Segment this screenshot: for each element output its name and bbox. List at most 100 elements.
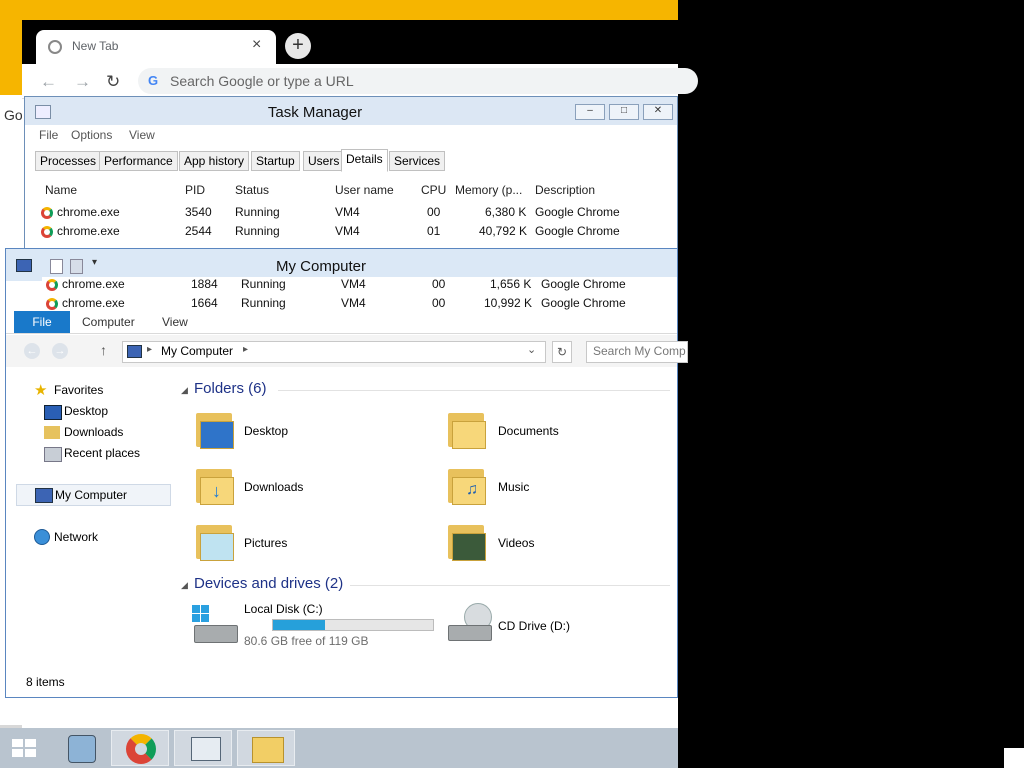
column-user-name[interactable]: User name — [335, 183, 394, 197]
cd-drive-icon[interactable] — [446, 603, 494, 643]
process-cpu: 01 — [427, 224, 441, 238]
process-user: VM4 — [335, 205, 360, 219]
properties-icon[interactable] — [50, 259, 63, 274]
chevron-down-icon[interactable]: ⌄ — [527, 343, 536, 356]
forward-button[interactable]: → — [52, 343, 68, 359]
tab-details[interactable]: Details — [341, 149, 388, 172]
chrome-icon — [126, 734, 156, 764]
devices-header[interactable]: Devices and drives (2) — [194, 575, 343, 592]
tab-processes[interactable]: Processes — [35, 151, 102, 171]
nav-desktop[interactable]: Desktop — [64, 404, 108, 418]
search-input[interactable]: Search My Comp — [586, 341, 688, 363]
column-memory[interactable]: Memory (p... — [455, 183, 522, 197]
computer-icon — [35, 488, 53, 503]
reload-icon[interactable]: ↻ — [106, 72, 120, 92]
up-arrow-icon[interactable]: ↑ — [100, 342, 107, 358]
disk-usage-bar — [272, 619, 434, 631]
folder-downloads-label[interactable]: Downloads — [244, 480, 303, 494]
folders-header[interactable]: Folders (6) — [194, 380, 267, 397]
folder-music-label[interactable]: Music — [498, 480, 529, 494]
table-row[interactable]: chrome.exe 2544 Running VM4 01 40,792 K … — [33, 224, 663, 243]
chevron-right-icon[interactable]: ▸ — [243, 344, 248, 355]
back-button[interactable]: ← — [24, 343, 40, 359]
cd-drive-label[interactable]: CD Drive (D:) — [498, 619, 570, 633]
process-cpu: 00 — [432, 277, 446, 291]
section-divider — [278, 390, 670, 391]
process-name: chrome.exe — [57, 205, 120, 219]
chrome-icon — [46, 298, 58, 310]
ribbon-view-tab[interactable]: View — [162, 315, 188, 329]
tab-startup[interactable]: Startup — [251, 151, 300, 171]
close-button[interactable]: ✕ — [643, 104, 673, 120]
back-arrow-icon[interactable]: ← — [40, 72, 57, 92]
tab-app-history[interactable]: App history — [179, 151, 250, 171]
menu-view[interactable]: View — [129, 128, 155, 142]
forward-arrow-icon[interactable]: → — [74, 72, 91, 92]
documents-folder-icon[interactable] — [446, 409, 486, 449]
process-status: Running — [241, 296, 286, 310]
process-user: VM4 — [341, 296, 366, 310]
table-row[interactable]: chrome.exe 1884 Running VM4 00 1,656 K G… — [42, 277, 672, 296]
collapse-arrow-icon[interactable]: ◢ — [181, 385, 188, 396]
nav-downloads[interactable]: Downloads — [64, 425, 123, 439]
chrome-icon — [41, 207, 53, 219]
omnibox[interactable]: G Search Google or type a URL — [138, 68, 698, 94]
folder-documents-label[interactable]: Documents — [498, 424, 559, 438]
column-description[interactable]: Description — [535, 183, 595, 197]
address-box[interactable]: ▸ My Computer ▸ ⌄ — [122, 341, 546, 363]
ribbon-file-tab[interactable]: File — [14, 311, 70, 333]
tab-performance[interactable]: Performance — [99, 151, 178, 171]
refresh-icon[interactable]: ↻ — [552, 341, 572, 363]
maximize-button[interactable]: □ — [609, 104, 639, 120]
ribbon-computer-tab[interactable]: Computer — [82, 315, 135, 329]
column-name[interactable]: Name — [45, 183, 77, 197]
close-tab-icon[interactable]: × — [252, 36, 261, 54]
pictures-folder-icon[interactable] — [194, 521, 234, 561]
folder-pictures-label[interactable]: Pictures — [244, 536, 287, 550]
chrome-tab-new-tab[interactable]: New Tab × — [36, 30, 276, 64]
column-pid[interactable]: PID — [185, 183, 205, 197]
new-tab-button[interactable]: + — [285, 33, 311, 59]
task-manager-title-bar[interactable]: Task Manager – □ ✕ — [25, 97, 677, 125]
downloads-folder-icon[interactable]: ↓ — [194, 465, 234, 505]
collapse-arrow-icon[interactable]: ◢ — [181, 580, 188, 591]
local-disk-label[interactable]: Local Disk (C:) — [244, 602, 323, 616]
task-manager-window[interactable]: Task Manager – □ ✕ File Options View Pro… — [24, 96, 678, 256]
nav-my-computer-selected[interactable]: My Computer — [16, 484, 171, 506]
column-cpu[interactable]: CPU — [421, 183, 446, 197]
taskbar-control-panel[interactable] — [52, 730, 110, 766]
taskbar — [0, 728, 678, 768]
process-description: Google Chrome — [541, 296, 626, 310]
chevron-right-icon[interactable]: ▸ — [147, 344, 152, 355]
tab-services[interactable]: Services — [389, 151, 446, 171]
item-count: 8 items — [26, 675, 65, 689]
taskbar-chrome[interactable] — [111, 730, 169, 766]
start-button[interactable] — [0, 730, 58, 766]
videos-folder-icon[interactable] — [446, 521, 486, 561]
nav-network[interactable]: Network — [54, 530, 98, 544]
nav-favorites[interactable]: Favorites — [54, 383, 103, 397]
tab-users[interactable]: Users — [303, 151, 345, 171]
process-pid: 1884 — [191, 277, 218, 291]
menu-options[interactable]: Options — [71, 128, 112, 142]
nav-recent-places[interactable]: Recent places — [64, 446, 140, 460]
table-row[interactable]: chrome.exe 3540 Running VM4 00 6,380 K G… — [33, 205, 663, 224]
minimize-button[interactable]: – — [575, 104, 605, 120]
new-folder-icon[interactable] — [70, 259, 83, 274]
desktop-folder-icon[interactable] — [194, 409, 234, 449]
customize-toolbar-icon[interactable]: ▾ — [92, 257, 97, 268]
process-status: Running — [241, 277, 286, 291]
taskbar-file-explorer[interactable] — [237, 730, 295, 766]
folder-videos-label[interactable]: Videos — [498, 536, 534, 550]
explorer-window[interactable]: ▾ My Computer chrome.exe 1884 Running VM… — [5, 248, 688, 698]
taskbar-task-manager[interactable] — [174, 730, 232, 766]
column-status[interactable]: Status — [235, 183, 269, 197]
music-folder-icon[interactable]: ♫ — [446, 465, 486, 505]
menu-file[interactable]: File — [39, 128, 58, 142]
local-disk-icon[interactable] — [192, 605, 238, 643]
process-name: chrome.exe — [62, 296, 125, 310]
folder-desktop-label[interactable]: Desktop — [244, 424, 288, 438]
explorer-ribbon: File Computer View — [6, 311, 677, 334]
nav-my-computer[interactable]: My Computer — [55, 488, 127, 502]
process-memory: 40,792 K — [479, 224, 528, 238]
